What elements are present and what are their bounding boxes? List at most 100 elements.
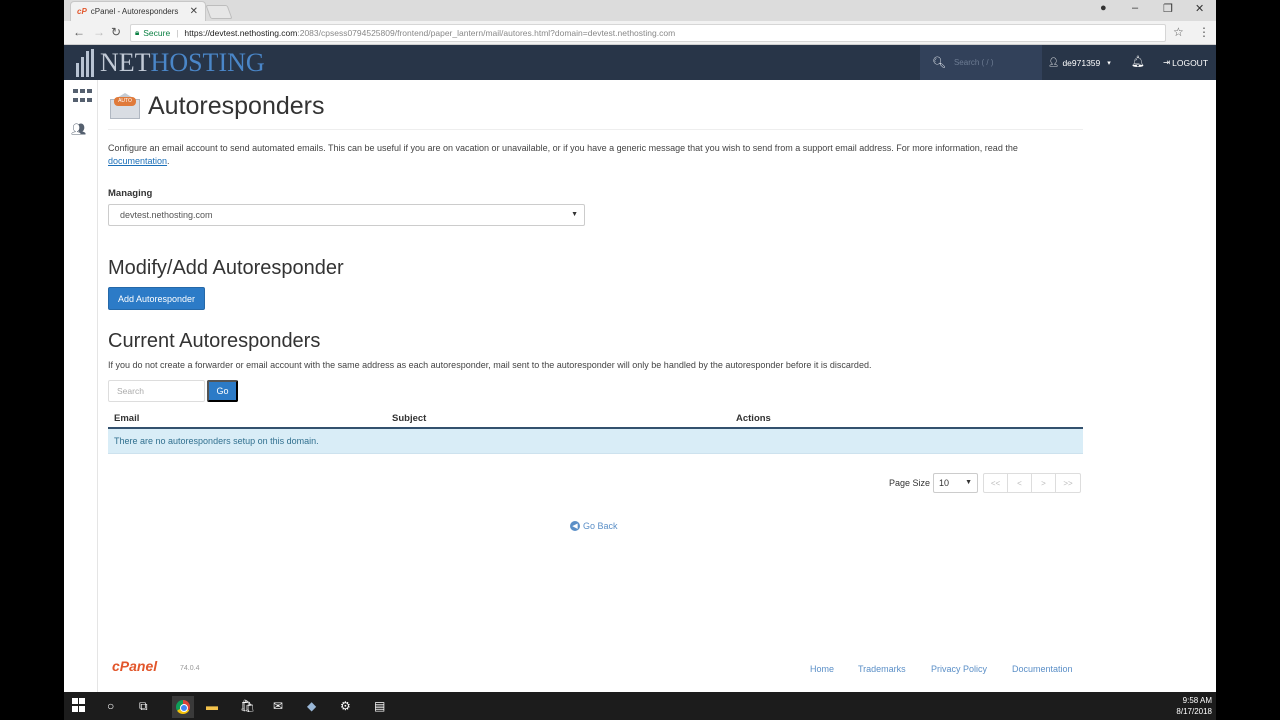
add-autoresponder-button[interactable]: Add Autoresponder bbox=[108, 287, 206, 310]
window-close-icon[interactable]: ✕ bbox=[1195, 2, 1204, 15]
profile-icon[interactable]: ● bbox=[1100, 2, 1107, 14]
system-clock[interactable]: 9:58 AM 8/17/2018 bbox=[1172, 695, 1212, 717]
clock-time: 9:58 AM bbox=[1182, 696, 1212, 705]
mail-icon[interactable]: ✉ bbox=[273, 699, 283, 713]
caret-down-icon: ▾ bbox=[1107, 59, 1111, 67]
column-subject[interactable]: Subject bbox=[392, 413, 426, 424]
bell-icon[interactable]: 🔔︎ bbox=[1131, 55, 1145, 68]
tab-bar: cP cPanel - Autoresponders ✕ ● – ❐ ✕ bbox=[64, 0, 1216, 21]
chrome-icon[interactable] bbox=[172, 696, 194, 718]
document-icon[interactable]: ▤ bbox=[374, 699, 385, 713]
first-page-button[interactable]: << bbox=[984, 474, 1008, 492]
header-divider bbox=[108, 129, 1083, 130]
page-size-select[interactable]: 10 ▼ bbox=[933, 473, 978, 493]
clock-date: 8/17/2018 bbox=[1176, 707, 1212, 716]
page-description: Configure an email account to send autom… bbox=[108, 142, 1058, 168]
url-input[interactable]: 🔒︎ Secure | https://devtest.nethosting.c… bbox=[130, 24, 1166, 42]
browser-tab[interactable]: cP cPanel - Autoresponders ✕ bbox=[70, 1, 206, 21]
maximize-icon[interactable]: ❐ bbox=[1163, 2, 1173, 15]
logout-button[interactable]: ⇥ LOGOUT bbox=[1163, 45, 1208, 80]
column-actions: Actions bbox=[736, 413, 771, 424]
search-icon: 🔍︎ bbox=[932, 57, 946, 69]
domain-select-value: devtest.nethosting.com bbox=[120, 210, 213, 220]
autoresponder-icon: AUTO bbox=[108, 89, 142, 123]
documentation-link[interactable]: documentation bbox=[108, 156, 167, 166]
reload-icon[interactable]: ↻ bbox=[111, 25, 121, 39]
empty-message: There are no autoresponders setup on thi… bbox=[114, 436, 319, 446]
cpanel-header: NET HOSTING 🔍︎ Search ( / ) 👤︎ de971359 ▾… bbox=[64, 45, 1216, 80]
tab-close-icon[interactable]: ✕ bbox=[190, 6, 198, 17]
secure-label: Secure bbox=[143, 28, 171, 38]
app-icon[interactable]: ◆ bbox=[307, 699, 316, 713]
cortana-icon[interactable]: ○ bbox=[107, 699, 114, 713]
page-size-value: 10 bbox=[939, 478, 950, 488]
auto-badge: AUTO bbox=[114, 97, 136, 106]
current-autoresponders-heading: Current Autoresponders bbox=[108, 330, 321, 352]
user-menu[interactable]: 👤︎ de971359 ▾ bbox=[1048, 45, 1111, 80]
windows-taskbar: ○ ⧉ ▬ 🛍︎ ✉ ◆ ⚙ ▤ 9:58 AM 8/17/2018 bbox=[64, 692, 1216, 720]
footer-link-privacy[interactable]: Privacy Policy bbox=[931, 664, 987, 674]
go-back-label: Go Back bbox=[583, 521, 618, 531]
table-header: Email Subject Actions bbox=[108, 408, 1083, 429]
browser-window: cP cPanel - Autoresponders ✕ ● – ❐ ✕ ← →… bbox=[64, 0, 1216, 720]
users-icon[interactable]: 👥︎ bbox=[71, 122, 86, 136]
header-search-placeholder: Search ( / ) bbox=[953, 58, 994, 67]
header-search[interactable]: 🔍︎ Search ( / ) bbox=[920, 45, 1042, 80]
lock-icon: 🔒︎ bbox=[135, 28, 140, 37]
address-bar-row: ← → ↻ 🔒︎ Secure | https://devtest.nethos… bbox=[64, 21, 1216, 45]
file-explorer-icon[interactable]: ▬ bbox=[206, 699, 218, 713]
footer-link-home[interactable]: Home bbox=[810, 664, 834, 674]
bookmark-star-icon[interactable]: ☆ bbox=[1173, 25, 1184, 39]
tab-title: cPanel - Autoresponders bbox=[90, 7, 179, 16]
last-page-button[interactable]: >> bbox=[1056, 474, 1080, 492]
logout-label: LOGOUT bbox=[1172, 57, 1209, 68]
page-size-label: Page Size bbox=[889, 478, 931, 488]
search-placeholder: Search bbox=[117, 386, 144, 396]
url-separator: | bbox=[176, 28, 179, 38]
tools-grid-icon[interactable] bbox=[73, 89, 93, 105]
page-header: AUTO Autoresponders bbox=[108, 88, 325, 124]
footer-link-trademarks[interactable]: Trademarks bbox=[858, 664, 906, 674]
windows-start-icon[interactable] bbox=[72, 698, 86, 712]
cpanel-favicon-icon: cP bbox=[77, 7, 87, 16]
search-input[interactable]: Search bbox=[108, 380, 205, 402]
task-view-icon[interactable]: ⧉ bbox=[139, 699, 148, 714]
prev-page-button[interactable]: < bbox=[1008, 474, 1032, 492]
footer-link-documentation[interactable]: Documentation bbox=[1012, 664, 1073, 674]
user-icon: 👤︎ bbox=[1048, 57, 1060, 67]
select-arrow-icon: ▼ bbox=[571, 211, 578, 218]
url-path: :2083/cpsess0794525809/frontend/paper_la… bbox=[297, 28, 676, 38]
back-circle-icon: ◀ bbox=[570, 521, 580, 531]
logout-icon: ⇥ bbox=[1163, 57, 1171, 67]
settings-gear-icon[interactable]: ⚙ bbox=[340, 699, 351, 713]
nethosting-logo[interactable]: NET HOSTING bbox=[76, 47, 265, 78]
back-arrow-icon[interactable]: ← bbox=[73, 25, 85, 39]
go-back-link[interactable]: ◀ Go Back bbox=[570, 521, 618, 531]
url-host: https://devtest.nethosting.com bbox=[184, 28, 298, 38]
description-text: Configure an email account to send autom… bbox=[108, 143, 1018, 153]
minimize-icon[interactable]: – bbox=[1132, 2, 1138, 14]
store-icon[interactable]: 🛍︎ bbox=[240, 699, 255, 713]
managing-label: Managing bbox=[108, 188, 153, 199]
table-row: There are no autoresponders setup on thi… bbox=[108, 429, 1083, 454]
cpanel-version: 74.0.4 bbox=[180, 665, 200, 672]
logo-hosting: HOSTING bbox=[150, 47, 265, 77]
domain-select[interactable]: devtest.nethosting.com ▼ bbox=[108, 204, 585, 226]
page-title: Autoresponders bbox=[148, 91, 325, 120]
logo-net: NET bbox=[100, 47, 151, 77]
column-email[interactable]: Email bbox=[114, 413, 139, 424]
current-note: If you do not create a forwarder or emai… bbox=[108, 360, 872, 370]
username: de971359 bbox=[1062, 57, 1101, 68]
browser-menu-icon[interactable]: ⋮ bbox=[1198, 25, 1210, 39]
forward-arrow-icon[interactable]: → bbox=[93, 25, 105, 39]
new-tab-button[interactable] bbox=[205, 5, 233, 19]
go-button[interactable]: Go bbox=[207, 380, 238, 402]
select-arrow-icon: ▼ bbox=[965, 479, 972, 486]
description-end: . bbox=[167, 156, 170, 166]
modify-add-heading: Modify/Add Autoresponder bbox=[108, 257, 344, 279]
pagination: << < > >> bbox=[983, 473, 1081, 493]
left-sidebar: 👥︎ bbox=[64, 80, 98, 692]
next-page-button[interactable]: > bbox=[1032, 474, 1056, 492]
logo-bars-icon bbox=[76, 48, 96, 77]
cpanel-footer-logo[interactable]: cPanel bbox=[112, 658, 157, 674]
